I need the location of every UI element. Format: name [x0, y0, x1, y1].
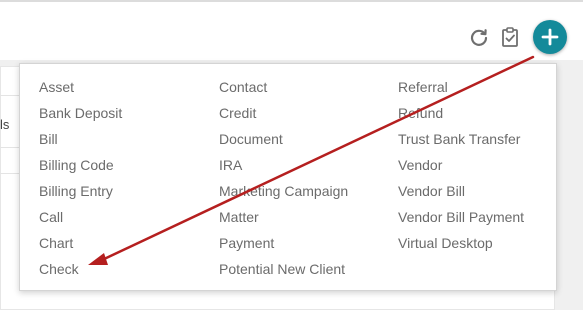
menu-item-chart[interactable]: Chart [39, 232, 122, 258]
menu-item-billing-code[interactable]: Billing Code [39, 154, 122, 180]
menu-item-document[interactable]: Document [219, 128, 348, 154]
menu-item-bill[interactable]: Bill [39, 128, 122, 154]
menu-item-credit[interactable]: Credit [219, 102, 348, 128]
add-new-menu: Asset Bank Deposit Bill Billing Code Bil… [19, 63, 557, 291]
menu-item-trust-bank-transfer[interactable]: Trust Bank Transfer [398, 128, 524, 154]
menu-item-virtual-desktop[interactable]: Virtual Desktop [398, 232, 524, 258]
menu-item-vendor-bill[interactable]: Vendor Bill [398, 180, 524, 206]
menu-item-payment[interactable]: Payment [219, 232, 348, 258]
menu-column-1: Asset Bank Deposit Bill Billing Code Bil… [39, 76, 122, 284]
add-new-button[interactable] [533, 20, 567, 54]
menu-column-2: Contact Credit Document IRA Marketing Ca… [219, 76, 348, 284]
menu-item-contact[interactable]: Contact [219, 76, 348, 102]
menu-item-vendor[interactable]: Vendor [398, 154, 524, 180]
menu-item-check[interactable]: Check [39, 258, 122, 284]
plus-icon [541, 28, 559, 46]
menu-item-referral[interactable]: Referral [398, 76, 524, 102]
menu-item-marketing-campaign[interactable]: Marketing Campaign [219, 180, 348, 206]
menu-column-3: Referral Refund Trust Bank Transfer Vend… [398, 76, 524, 258]
menu-item-billing-entry[interactable]: Billing Entry [39, 180, 122, 206]
refresh-icon[interactable] [466, 24, 492, 50]
menu-item-refund[interactable]: Refund [398, 102, 524, 128]
menu-item-vendor-bill-payment[interactable]: Vendor Bill Payment [398, 206, 524, 232]
menu-item-call[interactable]: Call [39, 206, 122, 232]
menu-item-ira[interactable]: IRA [219, 154, 348, 180]
background-text-fragment: ls [0, 117, 10, 132]
menu-item-bank-deposit[interactable]: Bank Deposit [39, 102, 122, 128]
menu-item-potential-new-client[interactable]: Potential New Client [219, 258, 348, 284]
clipboard-check-icon[interactable] [497, 24, 523, 50]
top-border [0, 0, 583, 2]
menu-item-matter[interactable]: Matter [219, 206, 348, 232]
menu-item-asset[interactable]: Asset [39, 76, 122, 102]
